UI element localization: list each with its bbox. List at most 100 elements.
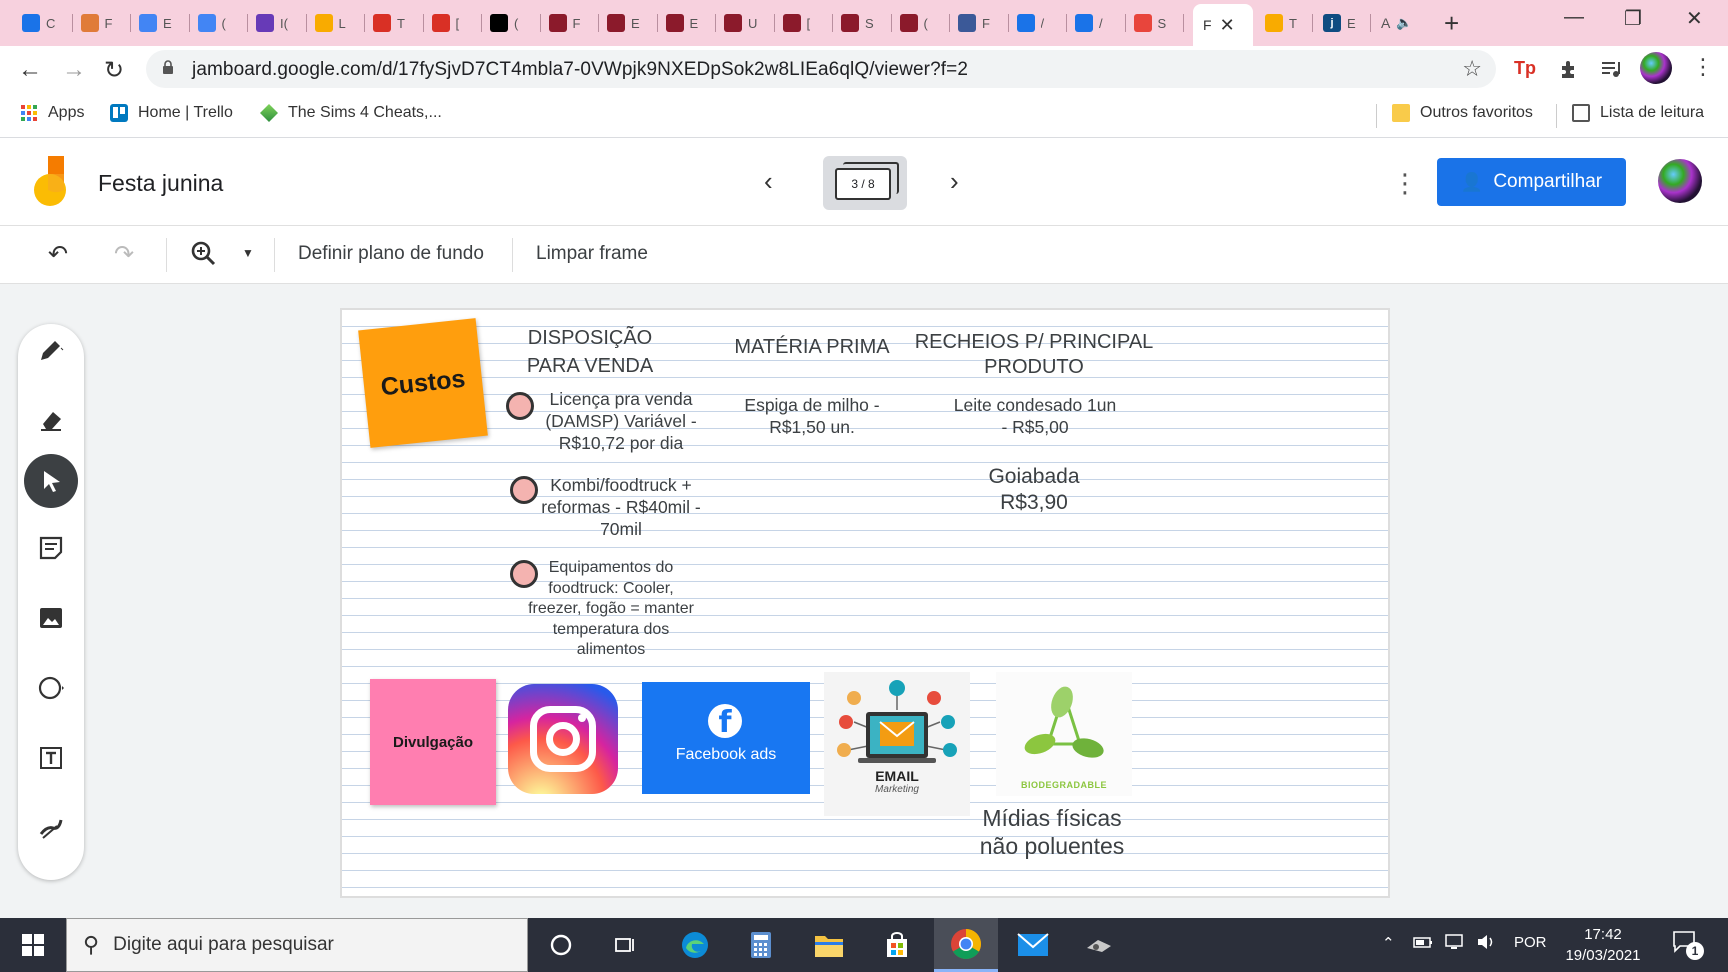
system-clock[interactable]: 17:42 19/03/2021: [1560, 924, 1646, 966]
tab[interactable]: E: [599, 6, 658, 40]
active-tab[interactable]: F ✕: [1193, 4, 1253, 46]
tab[interactable]: E: [658, 6, 716, 40]
bookmark-star-icon[interactable]: ☆: [1462, 56, 1482, 82]
bookmark-apps[interactable]: Apps: [20, 104, 84, 122]
heading-sales-setup[interactable]: DISPOSIÇÃO PARA VENDA: [520, 324, 660, 380]
bullet-dot[interactable]: [510, 476, 538, 504]
tab-audio[interactable]: A 🔈: [1373, 6, 1429, 40]
heading-fillings[interactable]: RECHEIOS P/ PRINCIPAL PRODUTO: [914, 330, 1154, 380]
tab[interactable]: /: [1067, 6, 1126, 40]
tab[interactable]: T: [365, 6, 424, 40]
address-bar[interactable]: jamboard.google.com/d/17fySjvD7CT4mbla7-…: [146, 50, 1496, 88]
url-text[interactable]: jamboard.google.com/d/17fySjvD7CT4mbla7-…: [192, 59, 968, 81]
instagram-logo[interactable]: [508, 684, 618, 794]
taskbar-search[interactable]: ⚲ Digite aqui para pesquisar: [66, 918, 528, 972]
redo-button[interactable]: ↷: [114, 240, 134, 269]
tab[interactable]: F: [950, 6, 1009, 40]
show-hidden-icons[interactable]: ⌃: [1382, 934, 1395, 952]
notification-center-icon[interactable]: 1: [1672, 930, 1712, 960]
tab[interactable]: L: [307, 6, 365, 40]
select-tool-icon[interactable]: [24, 454, 78, 508]
jam-frame[interactable]: Custos Divulgação DISPOSIÇÃO PARA VENDA …: [340, 308, 1390, 898]
zoom-icon[interactable]: [190, 240, 218, 268]
task-view-icon[interactable]: [608, 928, 642, 962]
cortana-icon[interactable]: [544, 928, 578, 962]
biodegradable-image[interactable]: BIODEGRADABLE: [996, 672, 1132, 796]
more-options-icon[interactable]: ⋮: [1392, 168, 1418, 199]
zoom-dropdown-icon[interactable]: ▼: [242, 246, 254, 260]
app-icon[interactable]: [1082, 928, 1116, 962]
item-kombi-foodtruck[interactable]: Kombi/foodtruck + reformas - R$40mil - 7…: [538, 474, 704, 540]
physical-media-text[interactable]: Mídias físicas não poluentes: [962, 804, 1142, 860]
language-indicator[interactable]: POR: [1514, 934, 1547, 951]
next-frame-button[interactable]: ›: [950, 166, 959, 197]
bookmark-trello[interactable]: Home | Trello: [110, 104, 233, 122]
tab[interactable]: /: [1009, 6, 1067, 40]
pen-tool-icon[interactable]: [31, 330, 71, 370]
browser-menu-icon[interactable]: ⋮: [1692, 54, 1714, 80]
calculator-icon[interactable]: [744, 928, 778, 962]
tab[interactable]: F: [73, 6, 131, 40]
circle-tool-icon[interactable]: [31, 668, 71, 708]
document-title[interactable]: Festa junina: [98, 170, 223, 197]
tab[interactable]: S: [833, 6, 892, 40]
sticky-note-tool-icon[interactable]: [31, 528, 71, 568]
tab[interactable]: (: [190, 6, 248, 40]
tab[interactable]: j E: [1315, 6, 1371, 40]
sticky-note-promotion[interactable]: Divulgação: [370, 679, 496, 805]
tab[interactable]: S: [1126, 6, 1184, 40]
tp-extension-icon[interactable]: Tp: [1514, 58, 1536, 79]
close-tab-icon[interactable]: ✕: [1220, 15, 1235, 36]
clear-frame-button[interactable]: Limpar frame: [536, 243, 648, 265]
frame-bar-toggle[interactable]: 3 / 8: [823, 156, 907, 210]
tab[interactable]: (: [482, 6, 541, 40]
set-background-button[interactable]: Definir plano de fundo: [298, 243, 484, 265]
reading-list[interactable]: Lista de leitura: [1572, 104, 1704, 122]
file-explorer-icon[interactable]: [812, 928, 846, 962]
tab[interactable]: E: [131, 6, 190, 40]
tab[interactable]: I(: [248, 6, 307, 40]
volume-icon[interactable]: [1476, 932, 1498, 956]
tab[interactable]: (: [892, 6, 950, 40]
tab[interactable]: C: [14, 6, 73, 40]
tab[interactable]: [: [424, 6, 482, 40]
battery-icon[interactable]: [1412, 932, 1434, 956]
eraser-tool-icon[interactable]: [31, 400, 71, 440]
tab[interactable]: U: [716, 6, 775, 40]
image-tool-icon[interactable]: [31, 598, 71, 638]
windows-start-icon[interactable]: [16, 928, 50, 962]
tab[interactable]: [: [775, 6, 833, 40]
store-icon[interactable]: [880, 928, 914, 962]
item-equipment[interactable]: Equipamentos do foodtruck: Cooler, freez…: [522, 558, 700, 661]
edge-icon[interactable]: [678, 928, 712, 962]
restore-button[interactable]: ❐: [1624, 6, 1642, 31]
bookmark-other-favorites[interactable]: Outros favoritos: [1392, 104, 1533, 122]
share-button[interactable]: 👤 Compartilhar: [1437, 158, 1626, 206]
chrome-icon[interactable]: [934, 918, 998, 972]
heading-raw-material[interactable]: MATÉRIA PRIMA: [722, 336, 902, 359]
previous-frame-button[interactable]: ‹: [764, 166, 773, 197]
forward-button[interactable]: →: [62, 56, 86, 84]
extensions-puzzle-icon[interactable]: [1558, 58, 1580, 80]
item-corn[interactable]: Espiga de milho - R$1,50 un.: [722, 394, 902, 438]
laser-tool-icon[interactable]: [31, 808, 71, 848]
item-condensed-milk[interactable]: Leite condesado 1un - R$5,00: [952, 394, 1118, 438]
facebook-ads-image[interactable]: f Facebook ads: [642, 682, 810, 794]
minimize-button[interactable]: —: [1564, 6, 1584, 29]
undo-button[interactable]: ↶: [48, 240, 68, 269]
profile-avatar[interactable]: [1640, 52, 1672, 84]
bullet-dot[interactable]: [506, 392, 534, 420]
tab[interactable]: T: [1257, 6, 1313, 40]
text-box-tool-icon[interactable]: [31, 738, 71, 778]
item-license[interactable]: Licença pra venda (DAMSP) Variável - R$1…: [534, 388, 708, 454]
sticky-note-costs[interactable]: Custos: [358, 318, 488, 448]
back-button[interactable]: ←: [18, 56, 42, 84]
tab[interactable]: F: [541, 6, 599, 40]
speaker-icon[interactable]: 🔈: [1396, 15, 1412, 31]
close-window-button[interactable]: ✕: [1686, 6, 1703, 31]
account-avatar[interactable]: [1658, 159, 1702, 203]
item-guava-paste[interactable]: Goiabada R$3,90: [964, 464, 1104, 516]
network-icon[interactable]: [1444, 932, 1466, 956]
media-control-icon[interactable]: [1600, 58, 1624, 80]
email-marketing-image[interactable]: EMAIL Marketing: [824, 672, 970, 816]
